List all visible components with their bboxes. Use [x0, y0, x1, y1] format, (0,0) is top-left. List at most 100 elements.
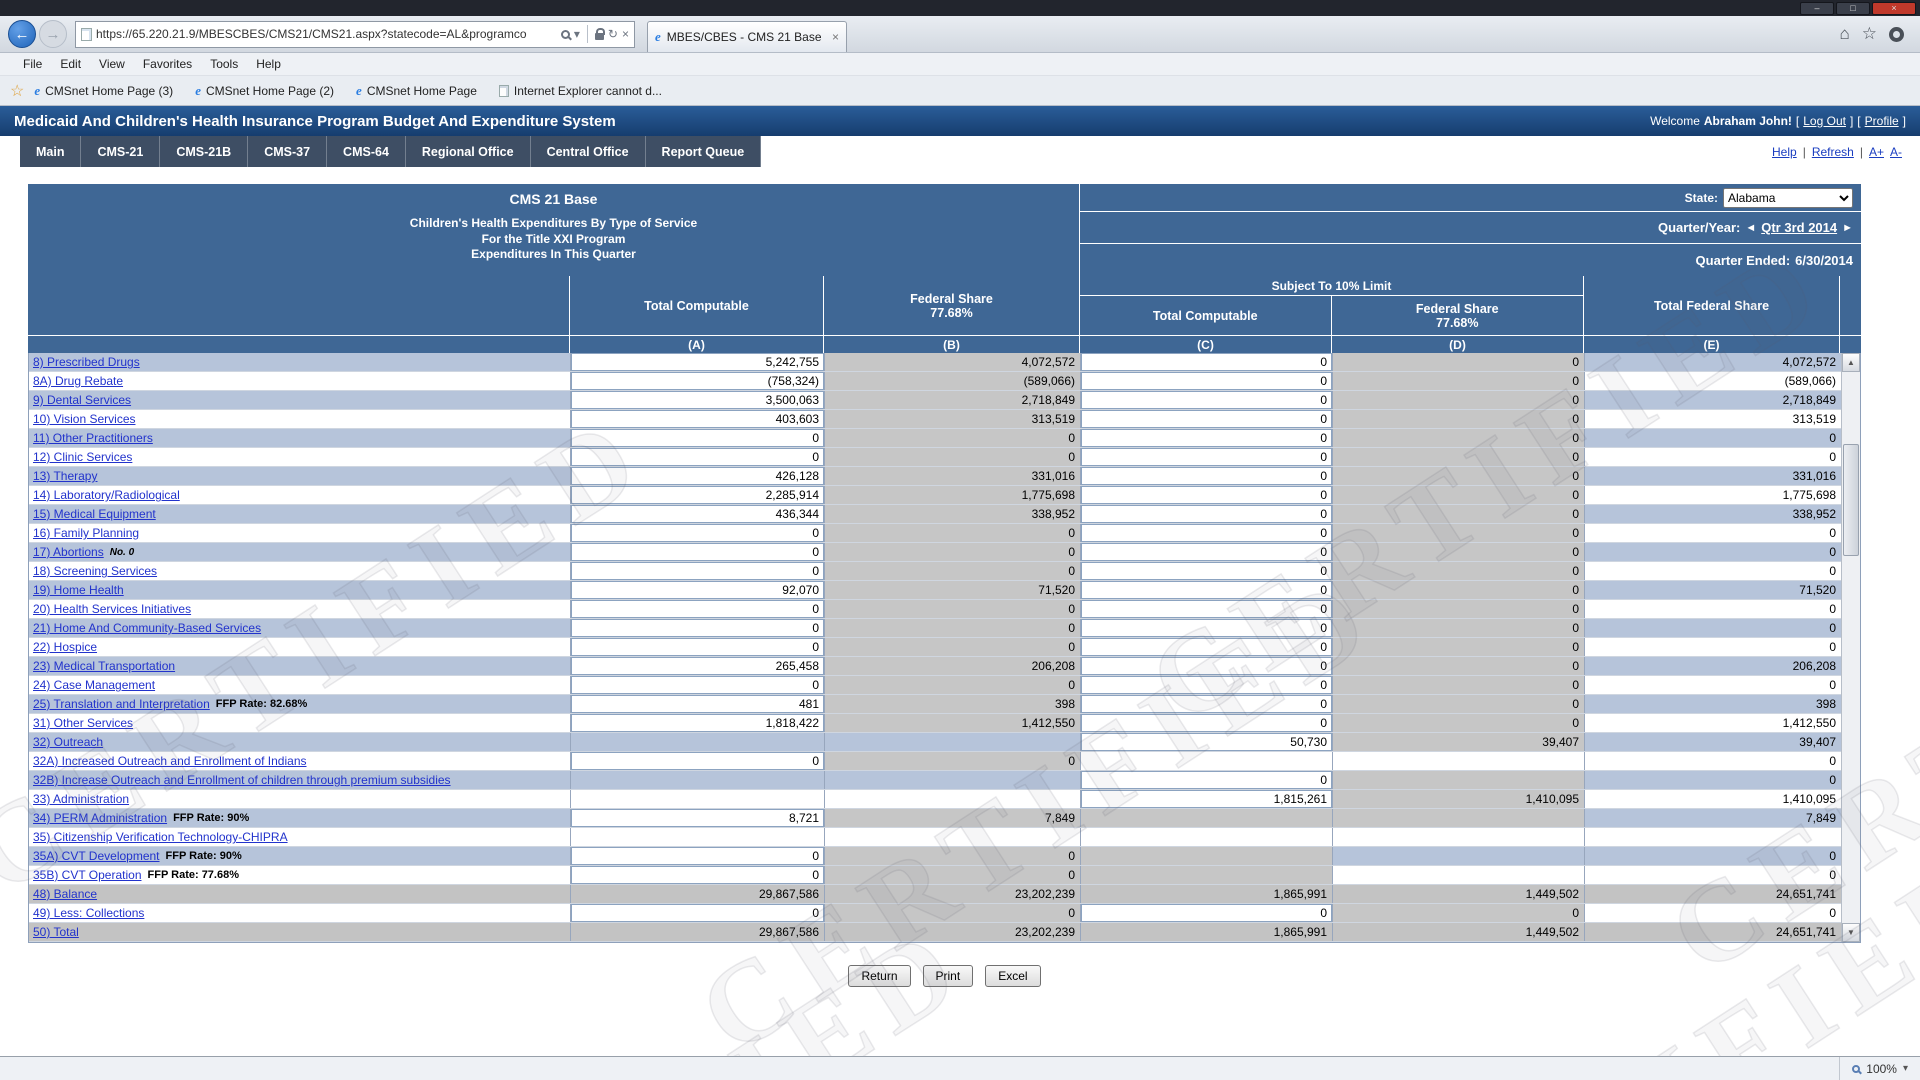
cell-c[interactable]: 0 — [1081, 505, 1333, 523]
favorite-link[interactable]: eCMSnet Home Page (3) — [34, 83, 173, 99]
scroll-down-icon[interactable]: ▼ — [1842, 923, 1860, 942]
cell-c[interactable]: 0 — [1081, 486, 1333, 504]
cell-a[interactable]: 0 — [571, 847, 825, 865]
row-link[interactable]: 21) Home And Community-Based Services — [33, 621, 261, 635]
cell-c[interactable]: 0 — [1081, 410, 1333, 428]
gear-icon[interactable] — [1889, 27, 1904, 42]
row-link[interactable]: 31) Other Services — [33, 716, 133, 730]
cell-a[interactable]: 8,721 — [571, 809, 825, 827]
row-link[interactable]: 18) Screening Services — [33, 564, 157, 578]
row-link[interactable]: 14) Laboratory/Radiological — [33, 488, 180, 502]
chevron-down-icon[interactable]: ▾ — [1903, 1063, 1908, 1074]
cell-a[interactable]: 5,242,755 — [571, 353, 825, 371]
favorite-link[interactable]: eCMSnet Home Page (2) — [195, 83, 334, 99]
cell-c[interactable]: 0 — [1081, 600, 1333, 618]
cell-c[interactable]: 0 — [1081, 448, 1333, 466]
row-link[interactable]: 32) Outreach — [33, 735, 103, 749]
cell-c[interactable]: 0 — [1081, 391, 1333, 409]
refresh-link[interactable]: Refresh — [1812, 145, 1854, 159]
row-link[interactable]: 9) Dental Services — [33, 393, 131, 407]
favorites-star-icon[interactable]: ☆ — [1862, 24, 1877, 44]
favorites-bar-star-icon[interactable]: ☆ — [10, 81, 24, 101]
cell-c[interactable]: 0 — [1081, 771, 1333, 789]
cell-a[interactable]: 0 — [571, 866, 825, 884]
font-increase-link[interactable]: A+ — [1869, 145, 1884, 159]
row-link[interactable]: 16) Family Planning — [33, 526, 139, 540]
row-link[interactable]: 35) Citizenship Verification Technology-… — [33, 830, 288, 844]
home-icon[interactable]: ⌂ — [1839, 24, 1849, 44]
cell-a[interactable]: 0 — [571, 562, 825, 580]
row-link[interactable]: 48) Balance — [33, 887, 97, 901]
nav-item-central-office[interactable]: Central Office — [531, 136, 646, 167]
cell-a[interactable]: 92,070 — [571, 581, 825, 599]
cell-a[interactable]: 0 — [571, 619, 825, 637]
stop-icon[interactable]: × — [622, 28, 629, 40]
cell-c[interactable]: 0 — [1081, 543, 1333, 561]
refresh-icon[interactable]: ↻ — [608, 28, 618, 40]
row-link[interactable]: 17) Abortions — [33, 545, 104, 559]
menu-item-favorites[interactable]: Favorites — [134, 57, 201, 71]
zoom-control[interactable]: 100% ▾ — [1839, 1057, 1920, 1080]
cell-a[interactable]: 0 — [571, 448, 825, 466]
cell-c[interactable]: 0 — [1081, 638, 1333, 656]
nav-item-cms-21b[interactable]: CMS-21B — [160, 136, 248, 167]
row-link[interactable]: 32A) Increased Outreach and Enrollment o… — [33, 754, 307, 768]
cell-a[interactable]: 0 — [571, 429, 825, 447]
cell-a[interactable]: 481 — [571, 695, 825, 713]
row-link[interactable]: 35B) CVT Operation — [33, 868, 142, 882]
menu-item-file[interactable]: File — [14, 57, 51, 71]
chevron-down-icon[interactable]: ▾ — [574, 28, 580, 40]
nav-item-main[interactable]: Main — [20, 136, 81, 167]
menu-item-edit[interactable]: Edit — [51, 57, 90, 71]
cell-c[interactable]: 0 — [1081, 581, 1333, 599]
row-link[interactable]: 11) Other Practitioners — [33, 431, 153, 445]
cell-a[interactable]: 426,128 — [571, 467, 825, 485]
nav-item-cms-37[interactable]: CMS-37 — [248, 136, 327, 167]
print-button[interactable]: Print — [923, 965, 974, 987]
cell-c[interactable]: 0 — [1081, 353, 1333, 371]
scroll-up-icon[interactable]: ▲ — [1842, 353, 1860, 372]
cell-c[interactable]: 0 — [1081, 429, 1333, 447]
menu-item-view[interactable]: View — [90, 57, 134, 71]
row-link[interactable]: 49) Less: Collections — [33, 906, 144, 920]
maximize-button[interactable]: □ — [1836, 2, 1870, 15]
row-link[interactable]: 22) Hospice — [33, 640, 97, 654]
row-link[interactable]: 24) Case Management — [33, 678, 155, 692]
search-icon[interactable] — [561, 30, 570, 39]
cell-a[interactable]: 403,603 — [571, 410, 825, 428]
row-link[interactable]: 15) Medical Equipment — [33, 507, 156, 521]
cell-c[interactable]: 0 — [1081, 372, 1333, 390]
back-button[interactable]: ← — [8, 20, 36, 48]
nav-item-regional-office[interactable]: Regional Office — [406, 136, 531, 167]
nav-item-report-queue[interactable]: Report Queue — [646, 136, 762, 167]
cell-a[interactable]: (758,324) — [571, 372, 825, 390]
row-link[interactable]: 25) Translation and Interpretation — [33, 697, 210, 711]
return-button[interactable]: Return — [848, 965, 910, 987]
cell-c[interactable]: 0 — [1081, 714, 1333, 732]
tab-close-icon[interactable]: × — [832, 30, 839, 44]
state-select[interactable]: Alabama — [1723, 188, 1853, 208]
close-button[interactable]: × — [1872, 2, 1916, 15]
cell-c[interactable]: 0 — [1081, 562, 1333, 580]
address-bar[interactable]: https://65.220.21.9/MBESCBES/CMS21/CMS21… — [75, 21, 635, 48]
scrollbar-track[interactable] — [1842, 372, 1860, 923]
cell-a[interactable]: 0 — [571, 638, 825, 656]
row-link[interactable]: 8) Prescribed Drugs — [33, 355, 140, 369]
row-link[interactable]: 19) Home Health — [33, 583, 124, 597]
cell-c[interactable]: 0 — [1081, 619, 1333, 637]
row-link[interactable]: 33) Administration — [33, 792, 129, 806]
browser-tab[interactable]: e MBES/CBES - CMS 21 Base × — [647, 21, 847, 52]
row-link[interactable]: 20) Health Services Initiatives — [33, 602, 191, 616]
cell-a[interactable]: 0 — [571, 676, 825, 694]
cell-a[interactable]: 2,285,914 — [571, 486, 825, 504]
cell-c[interactable]: 0 — [1081, 467, 1333, 485]
row-link[interactable]: 34) PERM Administration — [33, 811, 167, 825]
row-link[interactable]: 8A) Drug Rebate — [33, 374, 123, 388]
cell-a[interactable]: 0 — [571, 600, 825, 618]
cell-a[interactable]: 0 — [571, 752, 825, 770]
excel-button[interactable]: Excel — [985, 965, 1040, 987]
row-link[interactable]: 12) Clinic Services — [33, 450, 132, 464]
quarter-prev-icon[interactable]: ◄ — [1745, 222, 1756, 234]
cell-c[interactable]: 50,730 — [1081, 733, 1333, 751]
quarter-link[interactable]: Qtr 3rd 2014 — [1761, 220, 1837, 235]
